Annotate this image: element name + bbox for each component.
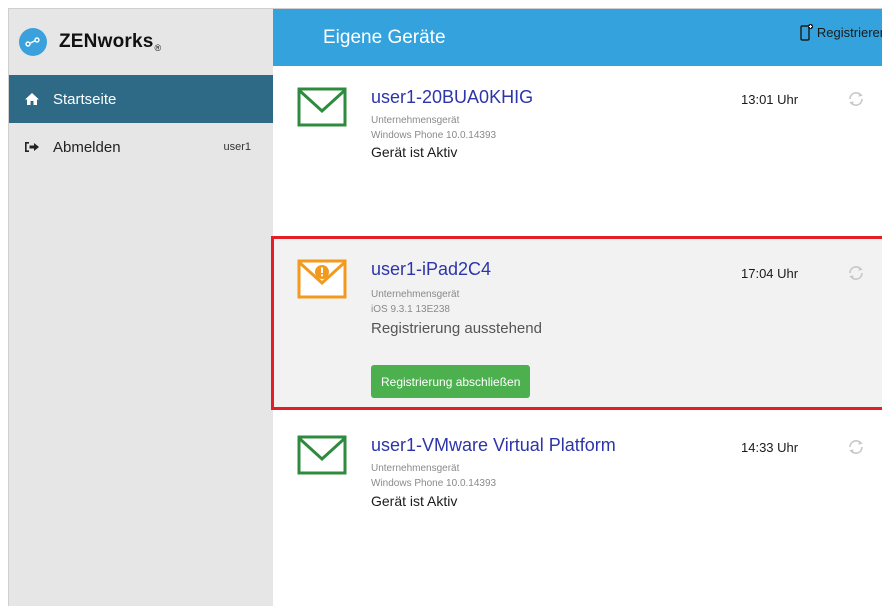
sidebar-item-label: Startseite (53, 90, 117, 108)
brand-name: ZENworks® (59, 31, 162, 53)
device-os: iOS 9.3.1 13E238 (371, 304, 450, 315)
device-os: Windows Phone 10.0.14393 (371, 478, 497, 489)
device-type: Unternehmensgerät (371, 115, 460, 126)
sign-out-icon (23, 138, 41, 156)
header-bar: Eigene Geräte Registrieren (273, 9, 882, 66)
device-item[interactable]: user1-20BUA0KHIG Unternehmensgerät Windo… (273, 87, 882, 207)
device-time: 13:01 Uhr (741, 92, 799, 107)
device-type: Unternehmensgerät (371, 289, 460, 300)
device-status: Gerät ist Aktiv (371, 144, 458, 160)
device-item-pending[interactable]: user1-iPad2C4 Unternehmensgerät iOS 9.3.… (273, 259, 882, 409)
device-os: Windows Phone 10.0.14393 (371, 130, 497, 141)
refresh-icon[interactable] (847, 90, 865, 113)
device-type: Unternehmensgerät (371, 463, 460, 474)
sidebar: ZENworks® Startseite Abmelden user1 (9, 9, 273, 606)
device-time: 17:04 Uhr (741, 266, 799, 281)
device-status: Registrierung ausstehend (371, 320, 542, 337)
register-label: Registrieren (816, 24, 882, 40)
device-item[interactable]: user1-VMware Virtual Platform Unternehme… (273, 435, 882, 555)
current-user: user1 (223, 141, 251, 153)
envelope-icon (297, 87, 347, 132)
register-device-icon (800, 23, 814, 41)
brand: ZENworks® (9, 9, 273, 75)
home-icon (23, 90, 41, 108)
envelope-icon (297, 435, 347, 480)
complete-registration-button[interactable]: Registrierung abschließen (371, 365, 531, 398)
sidebar-item-abmelden[interactable]: Abmelden user1 (9, 123, 273, 171)
register-button[interactable]: Registrieren (800, 23, 882, 41)
page-title: Eigene Geräte (323, 26, 446, 48)
device-time: 14:33 Uhr (741, 440, 799, 455)
envelope-warning-icon (297, 259, 347, 304)
refresh-icon[interactable] (847, 264, 865, 287)
device-name[interactable]: user1-20BUA0KHIG (371, 87, 533, 108)
refresh-icon[interactable] (847, 438, 865, 461)
device-name[interactable]: user1-iPad2C4 (371, 259, 491, 280)
sidebar-item-startseite[interactable]: Startseite (9, 75, 273, 123)
device-name[interactable]: user1-VMware Virtual Platform (371, 435, 616, 456)
device-status: Gerät ist Aktiv (371, 493, 458, 509)
sidebar-item-label: Abmelden (53, 138, 121, 156)
main-content: Eigene Geräte Registrieren user1-20BUA0K (271, 9, 882, 606)
app-window: ZENworks® Startseite Abmelden user1 Eige… (8, 8, 882, 606)
zenworks-logo-icon (19, 28, 47, 56)
